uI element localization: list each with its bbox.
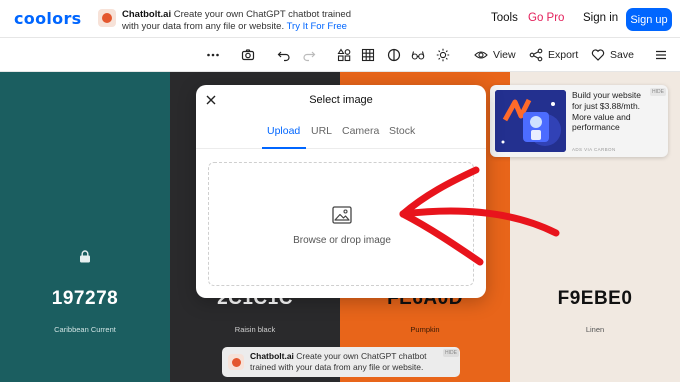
bottom-promo[interactable]: Chatbolt.ai Create your own ChatGPT chat… — [222, 347, 460, 377]
camera-icon[interactable] — [241, 38, 255, 72]
tab-stock[interactable]: Stock — [389, 125, 415, 137]
export-button[interactable]: Export — [529, 38, 578, 72]
tools-menu[interactable]: Tools — [491, 12, 518, 24]
bottom-promo-text: Chatbolt.ai Create your own ChatGPT chat… — [250, 351, 445, 373]
image-icon — [332, 206, 352, 224]
top-navbar: coolors Chatbolt.ai Create your own Chat… — [0, 0, 680, 38]
redo-icon[interactable] — [302, 38, 316, 72]
tab-url[interactable]: URL — [311, 125, 332, 137]
promo-cta-link[interactable]: Try It For Free — [287, 21, 347, 32]
carbon-ad-attribution[interactable]: ADS VIA CARBON — [572, 147, 616, 152]
glasses-icon[interactable] — [411, 38, 425, 72]
swatch-name: Linen — [585, 325, 605, 334]
shapes-icon[interactable] — [337, 38, 351, 72]
image-dropzone[interactable]: Browse or drop image — [208, 162, 474, 286]
hamburger-menu-icon[interactable] — [654, 38, 668, 72]
header-promo[interactable]: Chatbolt.ai Create your own ChatGPT chat… — [98, 9, 362, 32]
promo-line1: Create your own ChatGPT chatbot trained — [173, 9, 351, 20]
source-tabs: Upload URL Camera Stock — [196, 115, 486, 149]
header-promo-text: Chatbolt.ai Create your own ChatGPT chat… — [122, 9, 362, 32]
sign-up-button[interactable]: Sign up — [626, 8, 672, 31]
promo-title: Chatbolt.ai — [122, 9, 172, 20]
lock-icon[interactable] — [79, 250, 91, 263]
bottom-hide-button[interactable]: HIDE — [443, 349, 459, 357]
grid-icon[interactable] — [361, 38, 375, 72]
heart-icon — [591, 49, 605, 61]
swatch-hex[interactable]: F9EBE0 — [510, 288, 680, 310]
select-image-dialog: Select image Upload URL Camera Stock Bro… — [196, 85, 486, 298]
share-icon — [529, 48, 543, 62]
color-swatch[interactable]: 197278 Caribbean Current — [0, 72, 170, 382]
more-horizontal-icon[interactable] — [206, 38, 220, 72]
go-pro-link[interactable]: Go Pro — [528, 12, 564, 24]
brightness-icon[interactable] — [436, 38, 450, 72]
tab-camera[interactable]: Camera — [342, 125, 379, 137]
chatbolt-icon — [98, 9, 116, 27]
swatch-name: Raisin black — [234, 325, 276, 334]
swatch-name: Caribbean Current — [54, 325, 116, 334]
swatch-hex[interactable]: 197278 — [0, 288, 170, 310]
sign-in-link[interactable]: Sign in — [583, 12, 618, 24]
view-label: View — [493, 49, 516, 61]
export-label: Export — [548, 49, 579, 61]
bottom-promo-title: Chatbolt.ai — [250, 351, 294, 361]
eye-icon — [474, 51, 488, 59]
promo-line2: with your data from any file or website. — [122, 20, 285, 32]
carbon-ad[interactable]: Build your website for just $3.88/mth. M… — [490, 85, 668, 157]
save-label: Save — [610, 49, 634, 61]
active-tab-indicator — [262, 147, 306, 149]
carbon-ad-text: Build your website for just $3.88/mth. M… — [572, 90, 641, 133]
tab-upload[interactable]: Upload — [267, 125, 300, 137]
carbon-hide-button[interactable]: HIDE — [650, 88, 666, 96]
contrast-icon[interactable] — [387, 38, 401, 72]
ad-illustration — [495, 90, 566, 152]
dialog-title: Select image — [309, 94, 373, 106]
view-button[interactable]: View — [474, 38, 516, 72]
chatbolt-icon — [228, 354, 244, 370]
dropzone-label: Browse or drop image — [293, 235, 391, 246]
coolors-logo[interactable]: coolors — [14, 9, 81, 28]
swatch-name: Pumpkin — [410, 325, 440, 334]
palette-toolbar: View Export Save — [0, 38, 680, 72]
undo-icon[interactable] — [277, 38, 291, 72]
save-button[interactable]: Save — [591, 38, 634, 72]
